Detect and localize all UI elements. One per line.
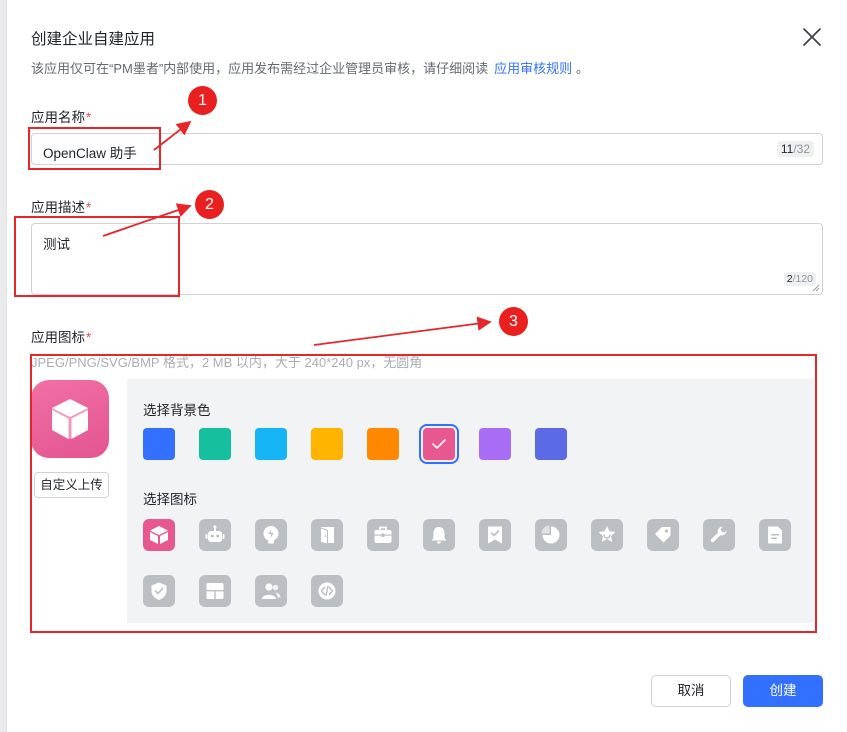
subtitle-text: 该应用仅可在“PM墨者”内部使用，应用发布需经过企业管理员审核，请仔细阅读 [31,61,489,76]
bg-color-swatch[interactable] [255,428,287,460]
shield-check-icon-option[interactable] [143,575,175,607]
bell-icon-option[interactable] [423,519,455,551]
annotation-number-1: 1 [188,86,217,115]
icon-format-hint: JPEG/PNG/SVG/BMP 格式，2 MB 以内，大于 240*240 p… [31,355,423,370]
robot-icon [205,525,225,542]
bg-color-swatch[interactable] [367,428,399,460]
review-rules-link[interactable]: 应用审核规则 [494,61,572,76]
app-name-label-text: 应用名称 [31,110,85,125]
check-icon [432,439,446,449]
annotation-number-2: 2 [195,190,224,219]
app-desc-value: 测试 [43,237,70,252]
app-name-max: /32 [793,142,810,156]
create-button[interactable]: 创建 [743,675,823,707]
resize-grip-icon[interactable] [812,284,820,292]
app-icon-preview [31,380,109,458]
app-desc-textarea[interactable]: 测试 2/120 [31,223,823,295]
users-icon-option[interactable] [255,575,287,607]
bg-color-swatch[interactable] [199,428,231,460]
custom-upload-button[interactable]: 自定义上传 [34,472,109,498]
app-desc-label-text: 应用描述 [31,200,85,215]
icon-picker-panel: 选择背景色 选择图标 [127,379,814,623]
app-name-label: 应用名称* [31,106,91,126]
layout-icon-option[interactable] [199,575,231,607]
cube-icon [150,526,168,544]
shield-check-icon [151,582,167,600]
lightbulb-icon [263,526,279,544]
cube-icon-option[interactable] [143,519,175,551]
bg-color-swatch[interactable] [311,428,343,460]
cube-icon [52,399,88,439]
bookmark-check-icon [488,526,502,544]
bg-color-swatch[interactable] [143,428,175,460]
bookmark-check-icon-option[interactable] [479,519,511,551]
cancel-button[interactable]: 取消 [651,675,731,707]
star-badge-icon-option[interactable] [591,519,623,551]
create-app-dialog: 创建企业自建应用 该应用仅可在“PM墨者”内部使用，应用发布需经过企业管理员审核… [6,0,847,732]
robot-icon-option[interactable] [199,519,231,551]
close-icon[interactable] [801,26,823,48]
bg-color-swatch[interactable] [535,428,567,460]
wrench-icon [710,526,727,543]
dialog-title: 创建企业自建应用 [31,31,156,48]
tag-icon-option[interactable] [647,519,679,551]
app-desc-max: /120 [792,273,813,285]
bg-color-swatch[interactable] [419,424,459,464]
annotation-number-3: 3 [499,307,528,336]
document-icon-option[interactable] [759,519,791,551]
annotation-arrow-3 [313,316,492,346]
door-icon [320,527,334,545]
subtitle-end: 。 [575,61,589,76]
wrench-icon-option[interactable] [703,519,735,551]
app-icon-label: 应用图标* [31,326,91,346]
required-mark: * [86,200,92,215]
dialog-subtitle: 该应用仅可在“PM墨者”内部使用，应用发布需经过企业管理员审核，请仔细阅读 应用审… [31,58,589,77]
lightbulb-icon-option[interactable] [255,519,287,551]
icon-section-label: 选择图标 [143,492,197,507]
users-icon [262,583,281,599]
door-icon-option[interactable] [311,519,343,551]
app-name-input[interactable]: OpenClaw 助手 11/32 [31,133,823,165]
bell-icon [431,527,447,544]
app-name-value: OpenClaw 助手 [43,146,137,161]
tag-icon [655,527,671,543]
required-mark: * [86,110,92,125]
briefcase-icon-option[interactable] [367,519,399,551]
app-name-char-counter: 11/32 [776,141,814,157]
app-icon-label-text: 应用图标 [31,330,85,345]
required-mark: * [86,330,92,345]
document-icon [768,526,782,544]
bg-color-swatch[interactable] [479,428,511,460]
app-name-count: 11 [780,142,794,156]
bg-color-section-label: 选择背景色 [143,403,211,418]
code-icon [318,582,336,600]
app-desc-label: 应用描述* [31,196,91,216]
star-badge-icon [598,526,616,542]
briefcase-icon [374,526,392,543]
layout-icon [206,583,224,599]
pie-chart-icon-option[interactable] [535,519,567,551]
pie-chart-icon [541,525,560,544]
code-icon-option[interactable] [311,575,343,607]
